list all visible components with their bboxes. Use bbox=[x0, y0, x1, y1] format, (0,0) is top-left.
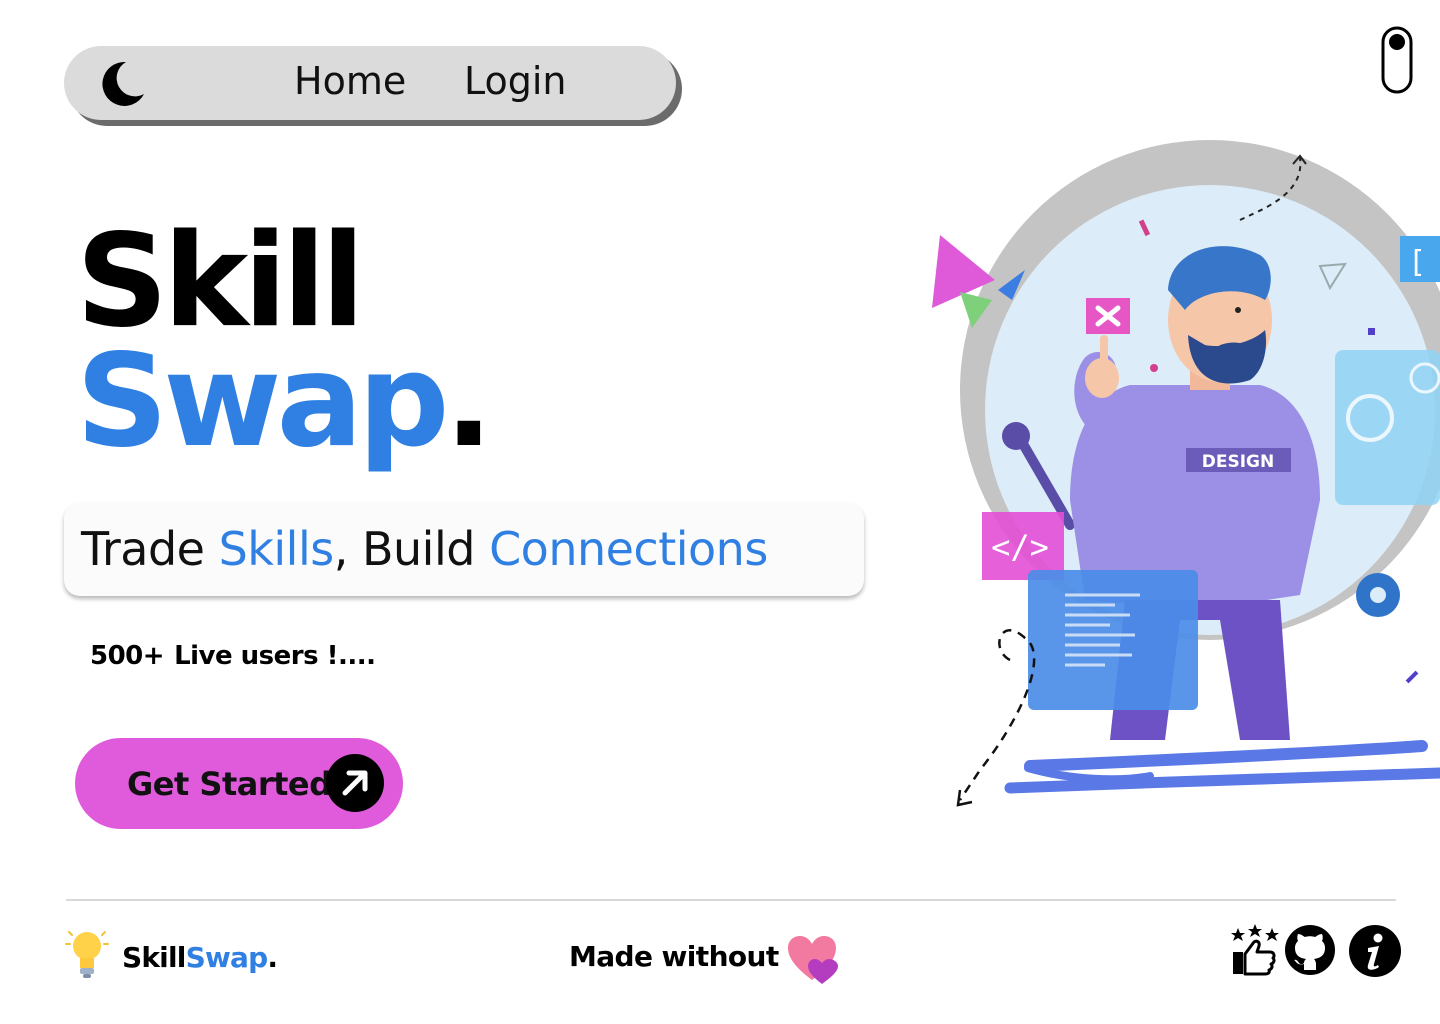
nav-home-link[interactable]: Home bbox=[294, 58, 406, 104]
tagline-part1: Trade bbox=[81, 522, 219, 576]
footer-brand: SkillSwap. bbox=[122, 940, 278, 976]
users-text: Live users !.... bbox=[174, 641, 376, 671]
hero-title-swap: Swap. bbox=[76, 338, 493, 466]
tagline-skills: Skills bbox=[218, 522, 335, 576]
footer-brand-skill: Skill bbox=[122, 941, 186, 974]
tagline-part3: , Build bbox=[333, 522, 490, 576]
footer-brand-swap: Swap bbox=[185, 941, 269, 974]
made-without-text: Made without bbox=[569, 940, 779, 973]
hero-title-dot: . bbox=[444, 327, 493, 476]
top-nav: Home Login bbox=[64, 46, 676, 120]
arrow-up-right-icon bbox=[326, 754, 384, 812]
nav-login-link[interactable]: Login bbox=[464, 58, 567, 104]
lightbulb-icon bbox=[65, 931, 109, 978]
moon-icon[interactable] bbox=[96, 58, 148, 110]
get-started-button[interactable]: Get Started bbox=[75, 738, 403, 829]
hero-title-skill: Skill bbox=[76, 207, 365, 356]
footer-brand-dot: . bbox=[267, 941, 278, 974]
svg-text:[: [ bbox=[1408, 245, 1426, 280]
heart-icon bbox=[788, 936, 838, 984]
illustration-badge-text: DESIGN bbox=[1202, 452, 1274, 472]
tagline-card: Trade Skills, Build Connections bbox=[64, 503, 864, 596]
live-users: 500+ Live users !.... bbox=[90, 638, 376, 674]
tagline-connections: Connections bbox=[489, 522, 768, 576]
footer-divider bbox=[66, 899, 1396, 901]
hero-title-swap-word: Swap bbox=[76, 327, 449, 476]
hero-title: Skill Swap. bbox=[76, 207, 493, 466]
users-count: 500+ bbox=[90, 641, 165, 671]
thumbs-up-stars-icon[interactable] bbox=[1230, 924, 1280, 976]
toggle-switch-icon[interactable] bbox=[1381, 26, 1413, 94]
get-started-label: Get Started bbox=[127, 765, 332, 803]
info-icon[interactable] bbox=[1348, 924, 1402, 978]
github-icon[interactable] bbox=[1284, 924, 1336, 976]
developer-illustration: [ DESIGN </> bbox=[932, 140, 1440, 807]
illustration-code-text: </> bbox=[991, 528, 1049, 566]
